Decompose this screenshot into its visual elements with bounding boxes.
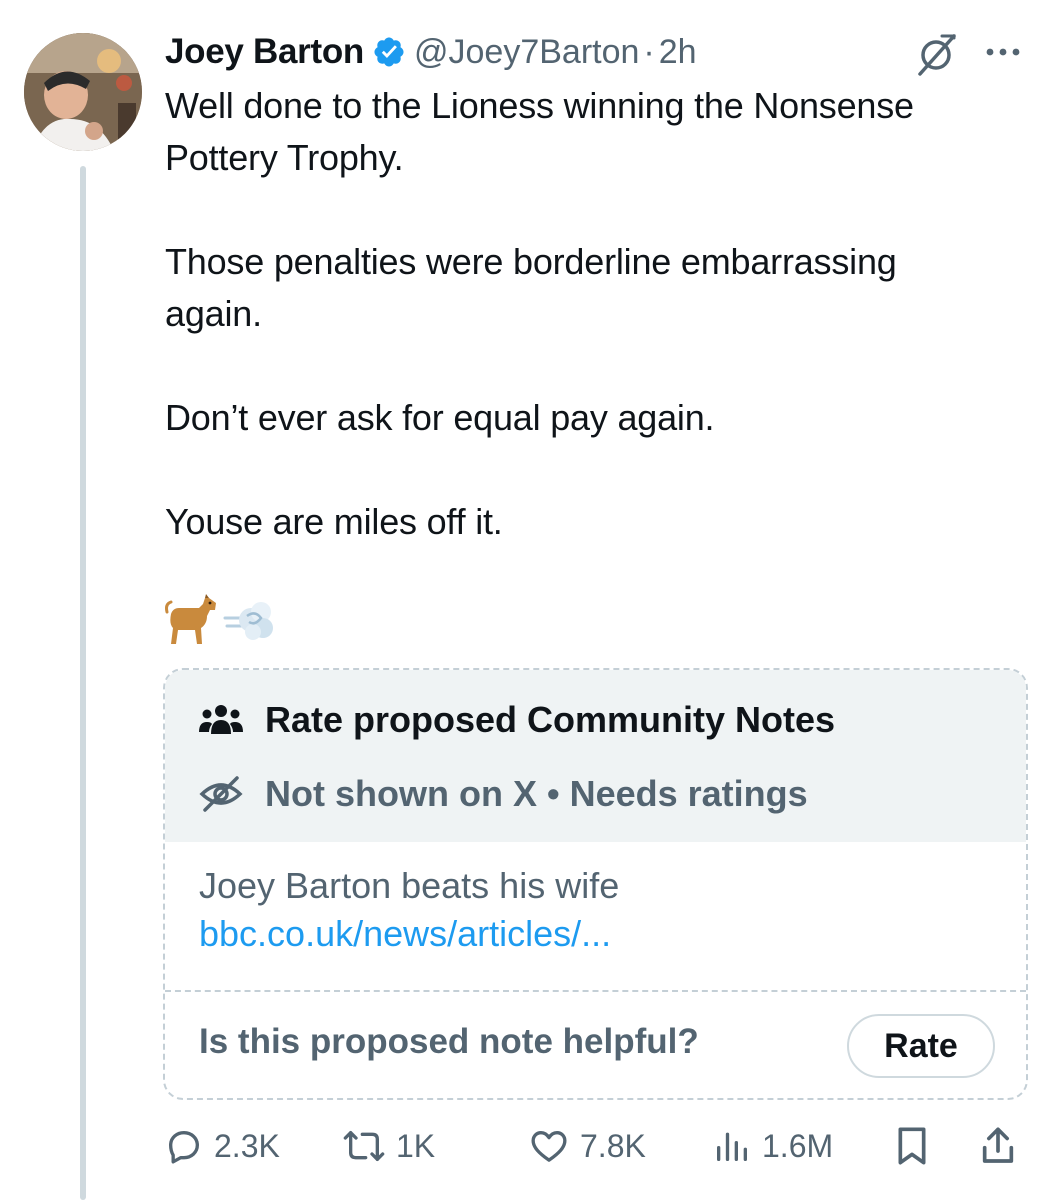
handle[interactable]: @Joey7Barton	[414, 33, 639, 72]
dog-emoji	[165, 594, 216, 644]
like-button[interactable]: 7.8K	[528, 1118, 646, 1174]
tweet-header: Joey Barton @Joey7Barton · 2h	[165, 28, 697, 76]
eye-off-icon	[199, 776, 243, 812]
note-title-row: Rate proposed Community Notes	[199, 694, 835, 746]
display-name[interactable]: Joey Barton	[165, 32, 364, 72]
dash-emoji	[223, 602, 273, 640]
profile-photo-icon	[24, 33, 142, 151]
more-icon[interactable]	[980, 34, 1026, 70]
note-divider	[165, 990, 1026, 992]
verified-badge-icon	[374, 37, 404, 67]
note-text: Joey Barton beats his wife	[199, 865, 620, 906]
reply-button[interactable]: 2.3K	[164, 1118, 280, 1174]
repost-icon	[343, 1131, 385, 1161]
reply-count: 2.3K	[214, 1127, 280, 1164]
community-note-card[interactable]: Rate proposed Community Notes Not shown …	[163, 668, 1028, 1100]
views-button[interactable]: 1.6M	[712, 1118, 833, 1174]
action-bar: 2.3K 1K 7.8K 1.6M	[0, 1118, 1051, 1174]
bookmark-icon	[898, 1127, 926, 1165]
views-icon	[717, 1132, 747, 1161]
bookmark-button[interactable]	[892, 1118, 932, 1174]
repost-button[interactable]: 1K	[342, 1118, 435, 1174]
like-count: 7.8K	[580, 1127, 646, 1164]
timestamp[interactable]: 2h	[659, 33, 697, 72]
share-icon	[982, 1127, 1014, 1163]
emoji-row	[163, 592, 275, 648]
heart-icon	[531, 1131, 567, 1162]
separator-dot: ·	[643, 32, 655, 71]
tweet-text: Well done to the Lioness winning the Non…	[165, 85, 914, 542]
avatar[interactable]	[24, 33, 142, 151]
note-title: Rate proposed Community Notes	[265, 699, 836, 740]
views-count: 1.6M	[762, 1127, 834, 1164]
note-source-link[interactable]: bbc.co.uk/news/articles/...	[199, 910, 611, 958]
note-status: Not shown on X • Needs ratings	[265, 773, 808, 814]
thread-line	[80, 166, 86, 1200]
people-icon	[199, 705, 243, 734]
tweet-detail: Joey Barton @Joey7Barton · 2h Well done …	[0, 0, 1051, 1200]
share-button[interactable]	[978, 1118, 1018, 1174]
rate-button[interactable]: Rate	[847, 1014, 995, 1078]
reply-icon	[169, 1131, 199, 1164]
note-status-row: Not shown on X • Needs ratings	[199, 768, 808, 820]
helpful-question: Is this proposed note helpful?	[199, 1022, 699, 1061]
grok-icon[interactable]	[912, 30, 960, 78]
repost-count: 1K	[396, 1127, 436, 1164]
